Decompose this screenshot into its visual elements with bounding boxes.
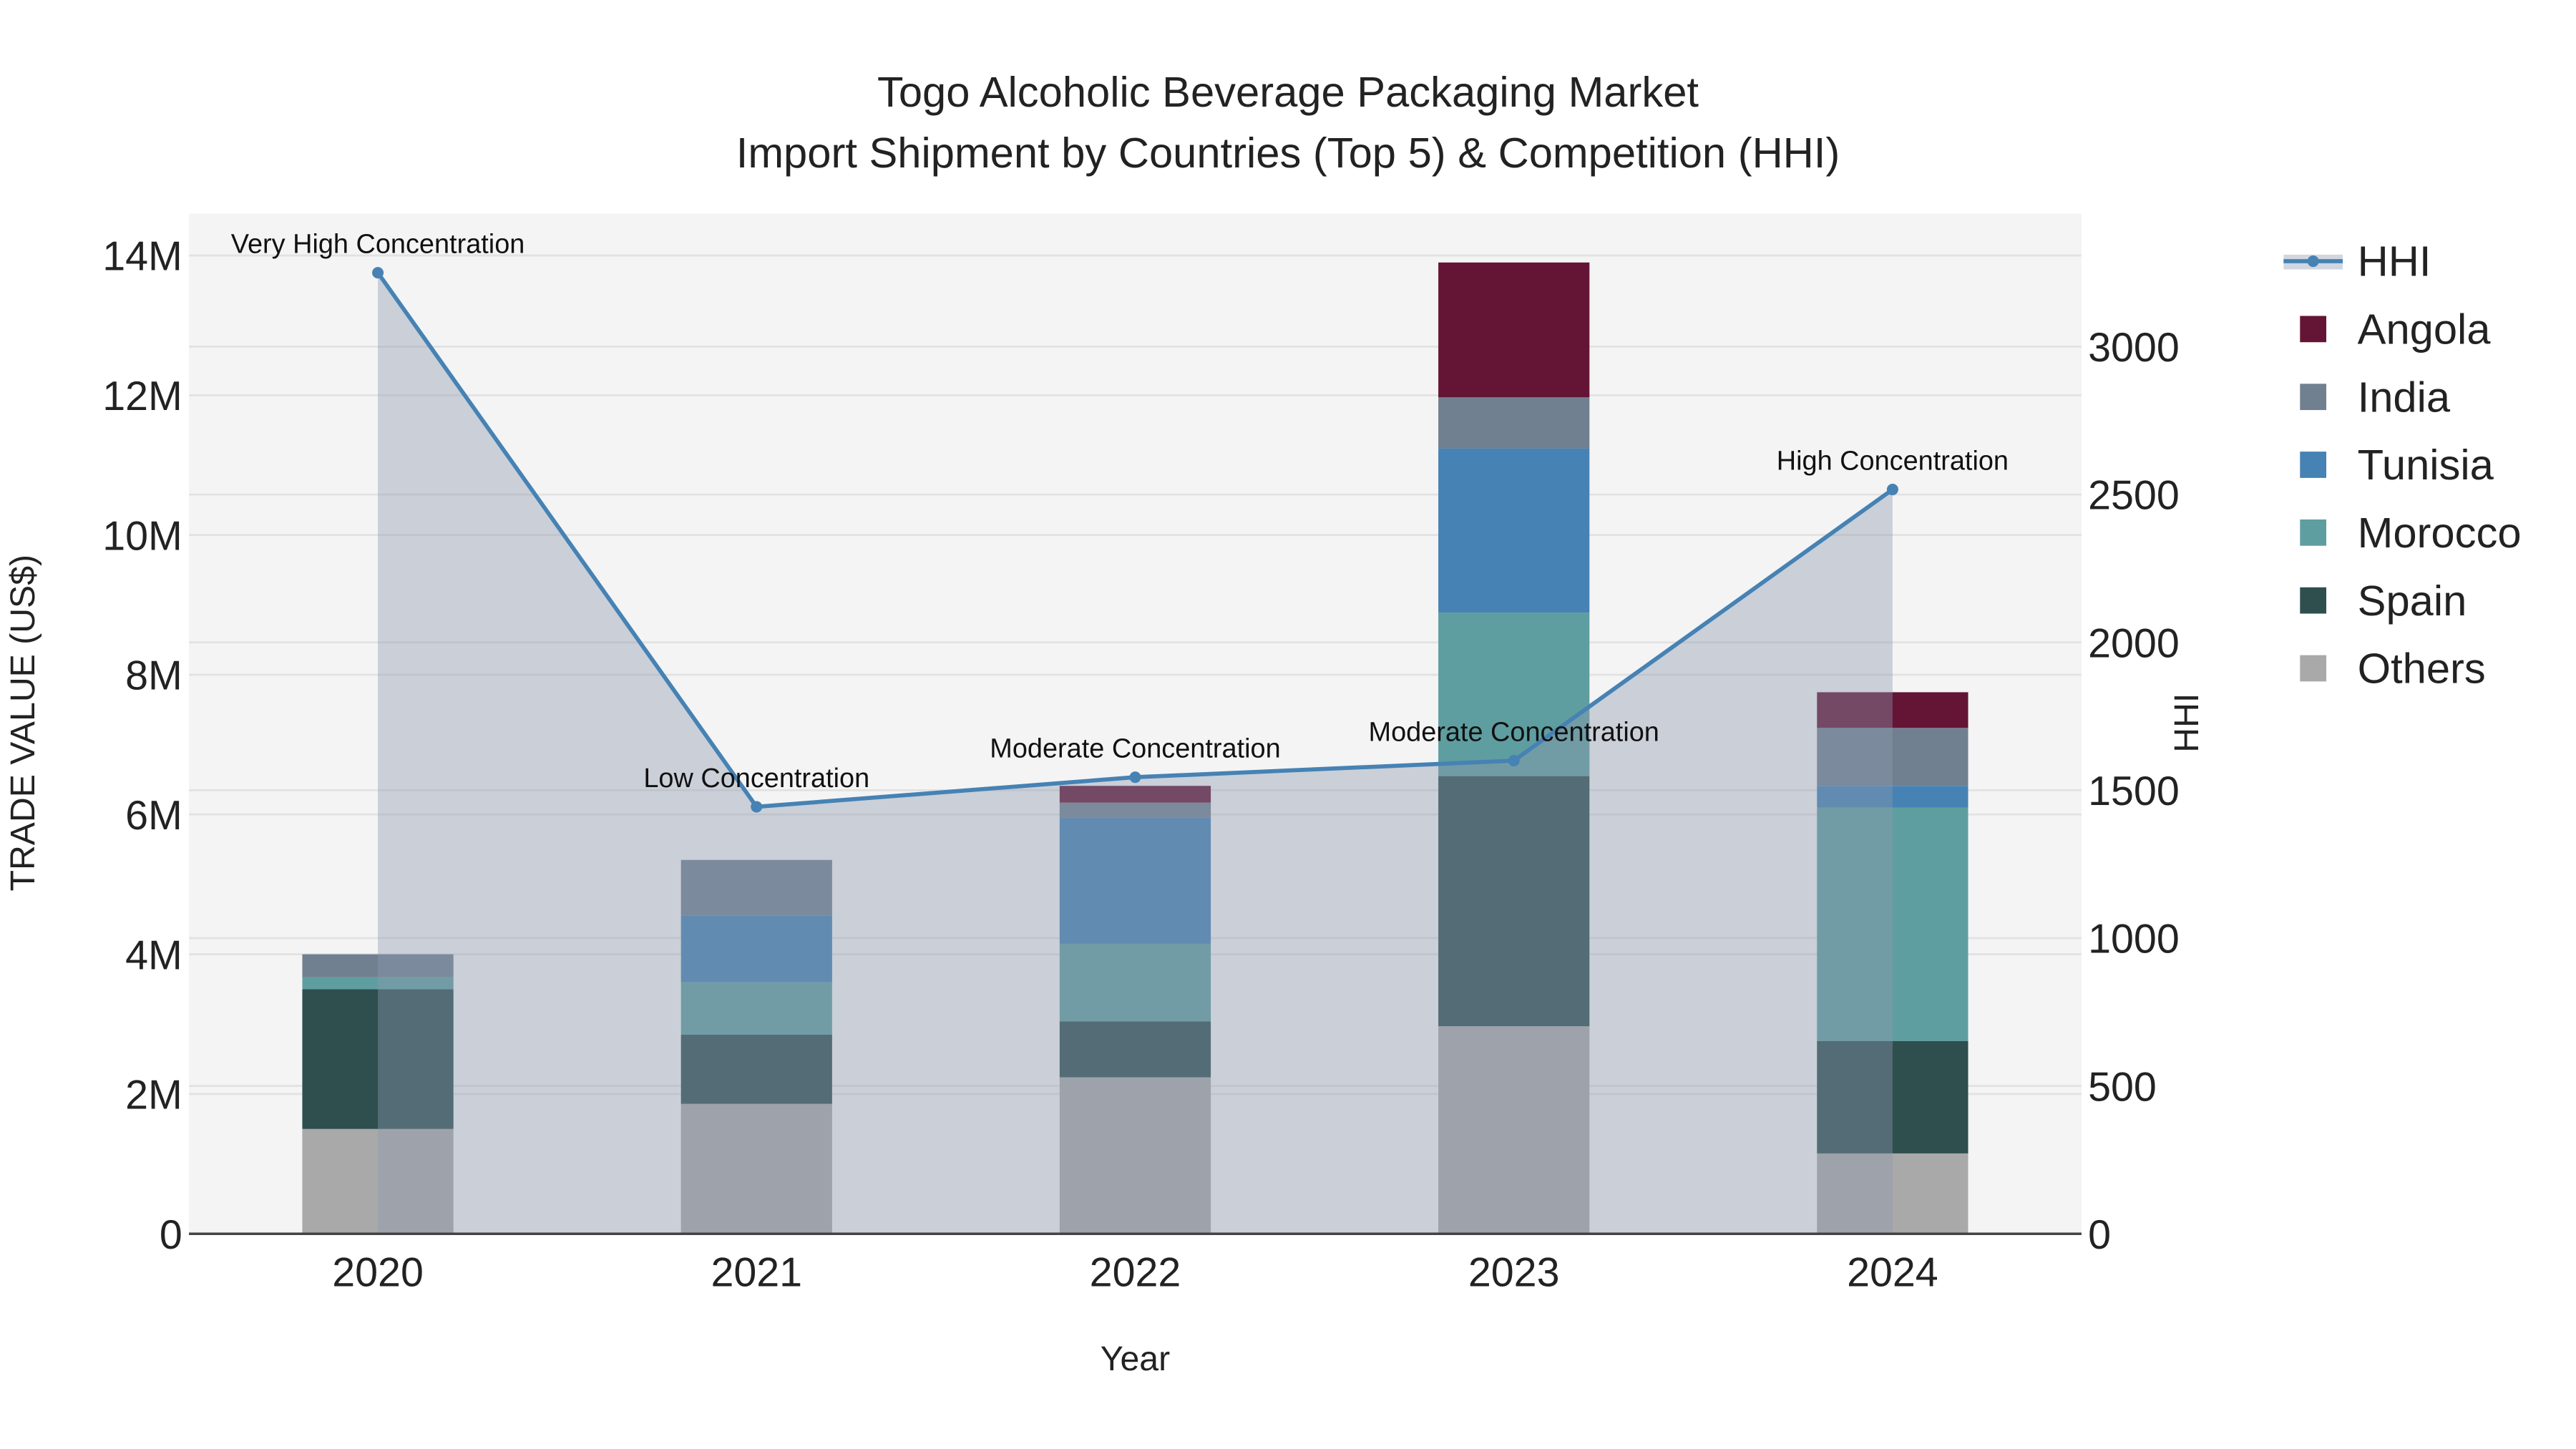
bar-tunisia [1438,448,1590,613]
hhi-point [372,267,384,279]
y2-tick-label: 1000 [2088,917,2180,962]
y-tick-label: 14M [102,234,182,280]
legend-label: Others [2358,645,2486,693]
legend-swatch-hhi-marker [2307,255,2319,268]
x-tick-label: 2022 [1090,1250,1181,1296]
x-tick-label: 2021 [711,1250,802,1296]
hhi-annotation: Moderate Concentration [990,734,1280,764]
y2-tick-label: 0 [2088,1212,2111,1258]
legend-swatch [2300,655,2327,682]
legend-label: Angola [2358,306,2492,353]
hhi-annotation: Moderate Concentration [1369,717,1659,747]
chart-subtitle: Import Shipment by Countries (Top 5) & C… [736,129,1840,177]
chart-title: Togo Alcoholic Beverage Packaging Market [877,68,1699,116]
legend-swatch [2300,519,2327,546]
y2-tick-label: 2000 [2088,620,2180,666]
hhi-point [1508,754,1520,767]
y-tick-label: 2M [125,1073,182,1118]
legend-swatch [2300,452,2327,478]
y-tick-label: 0 [160,1212,182,1258]
y-tick-label: 6M [125,793,182,839]
y-axis-label: TRADE VALUE (US$) [4,555,42,892]
legend-label: Spain [2358,577,2467,625]
legend-label: Tunisia [2358,441,2494,489]
hhi-point [751,801,763,813]
bar-india [1438,397,1590,449]
bar-angola [1438,262,1590,398]
legend-swatch [2300,316,2327,343]
legend-label: India [2358,373,2451,421]
y-tick-label: 4M [125,932,182,978]
chart: Very High Concentration Low Concentration… [0,0,2576,1449]
y2-tick-label: 500 [2088,1064,2157,1110]
x-tick-label: 2023 [1468,1250,1560,1296]
legend-swatch [2300,587,2327,614]
y2-tick-label: 1500 [2088,769,2180,814]
legend-swatch [2300,384,2327,411]
hhi-annotation: Low Concentration [643,763,869,794]
hhi-point [1886,484,1898,496]
x-axis-label: Year [1101,1340,1170,1378]
y2-axis-label: HHI [2167,693,2206,753]
x-tick-label: 2020 [332,1250,424,1296]
hhi-annotation: High Concentration [1777,446,2009,476]
hhi-point [1129,771,1141,784]
hhi-annotation: Very High Concentration [231,230,525,260]
legend-label: Morocco [2358,509,2522,557]
y-tick-label: 10M [102,513,182,559]
y2-tick-label: 3000 [2088,325,2180,371]
legend-label: HHI [2358,238,2431,286]
y2-tick-label: 2500 [2088,473,2180,519]
y-tick-label: 8M [125,653,182,699]
y-tick-label: 12M [102,374,182,419]
x-tick-label: 2024 [1847,1250,1938,1296]
